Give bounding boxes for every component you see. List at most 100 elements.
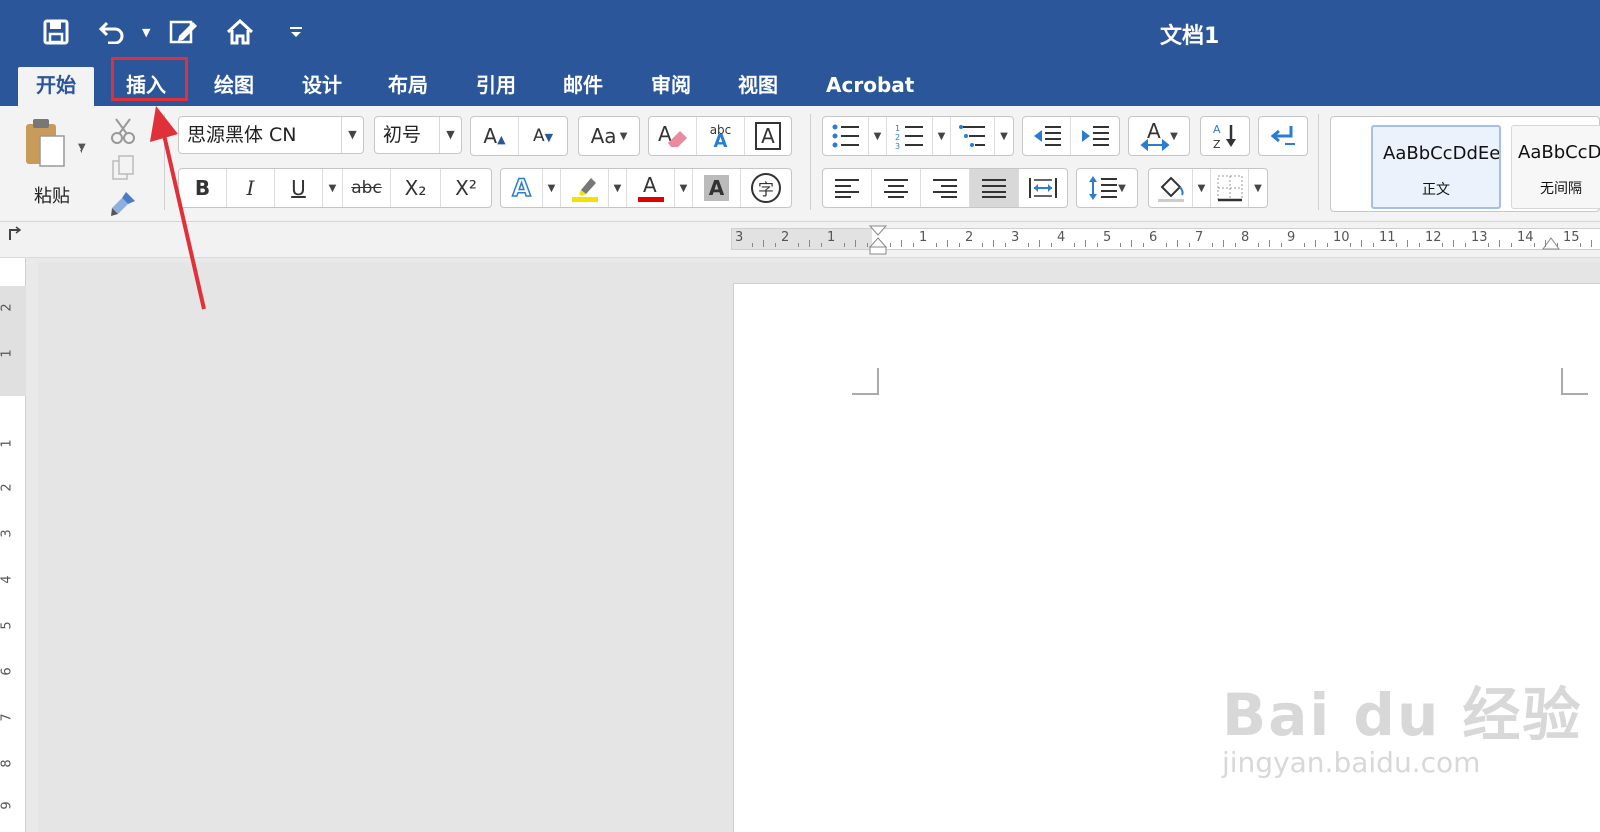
format-painter-button[interactable]	[108, 190, 138, 218]
ruler-number: 1	[0, 439, 15, 448]
svg-text:A: A	[643, 173, 657, 197]
numbering-button[interactable]: 123	[887, 117, 933, 155]
ruler-tick	[843, 243, 845, 247]
chevron-down-icon: ▼	[1118, 182, 1126, 194]
phonetic-guide-button[interactable]: abc A	[697, 117, 745, 155]
tab-review[interactable]: 审阅	[633, 67, 709, 106]
svg-text:Z: Z	[1213, 138, 1221, 151]
vertical-ruler[interactable]: 2 1 1 2 3 4 5 6 7 8 9	[0, 258, 26, 832]
borders-dropdown[interactable]: ▼	[1249, 169, 1267, 207]
save-button[interactable]	[38, 14, 74, 50]
decrease-indent-button[interactable]	[1023, 117, 1071, 155]
grow-font-button[interactable]: A▲	[471, 117, 519, 155]
svg-text:A: A	[1147, 120, 1161, 143]
text-effects-button[interactable]: A	[501, 169, 543, 207]
shrink-font-icon: A▼	[532, 126, 554, 146]
bullets-button[interactable]	[823, 117, 869, 155]
ruler-tick	[901, 240, 902, 247]
strikethrough-button[interactable]: abc	[343, 169, 391, 207]
watermark-logo-text: Bai du 经验	[1222, 681, 1583, 749]
multilevel-dropdown[interactable]: ▼	[995, 117, 1013, 155]
character-border-button[interactable]: A	[745, 117, 791, 155]
tab-acrobat[interactable]: Acrobat	[808, 67, 932, 106]
bullets-dropdown[interactable]: ▼	[869, 117, 887, 155]
undo-dropdown-caret[interactable]: ▼	[142, 26, 150, 39]
svg-text:A: A	[1213, 123, 1221, 136]
style-no-spacing[interactable]: AaBbCcDc 无间隔	[1511, 125, 1600, 209]
first-line-indent-icon[interactable]	[869, 225, 887, 255]
superscript-button[interactable]: X²	[441, 169, 491, 207]
distributed-button[interactable]	[1019, 169, 1067, 207]
tab-references[interactable]: 引用	[458, 67, 534, 106]
ruler-number: 7	[1195, 230, 1204, 245]
save-icon	[43, 19, 69, 45]
increase-indent-icon	[1082, 126, 1109, 146]
cut-button[interactable]	[108, 116, 138, 146]
tab-draw[interactable]: 绘图	[196, 67, 272, 106]
styles-gallery: AaBbCcDdEe 正文 AaBbCcDc 无间隔	[1330, 116, 1600, 212]
shading-button[interactable]	[1149, 169, 1193, 207]
shrink-font-button[interactable]: A▼	[519, 117, 567, 155]
ruler-number: 11	[1379, 230, 1396, 245]
undo-button[interactable]	[94, 14, 130, 50]
highlight-button[interactable]	[561, 169, 609, 207]
style-name: 正文	[1422, 182, 1450, 198]
ruler-tick	[1280, 243, 1282, 247]
ruler-number: 5	[0, 621, 15, 630]
tab-view[interactable]: 视图	[720, 67, 796, 106]
asian-layout-button[interactable]: A ▼	[1129, 117, 1189, 155]
ruler-tick	[1211, 243, 1213, 247]
align-center-button[interactable]	[872, 169, 921, 207]
underline-button[interactable]: U	[275, 169, 323, 207]
ruler-number: 8	[0, 759, 15, 768]
copy-button[interactable]	[110, 154, 138, 182]
scissors-icon	[111, 118, 135, 144]
character-shading-button[interactable]: A	[693, 169, 741, 207]
multilevel-list-button[interactable]	[951, 117, 995, 155]
subscript-button[interactable]: X₂	[391, 169, 441, 207]
paste-dropdown-caret[interactable]: ▼	[78, 142, 86, 153]
indent-group	[1022, 116, 1120, 156]
sort-button[interactable]: AZ	[1201, 117, 1249, 155]
style-normal[interactable]: AaBbCcDdEe 正文	[1371, 125, 1501, 209]
ruler-tick	[1096, 243, 1098, 247]
align-right-icon	[933, 179, 957, 198]
enclose-characters-icon: 字	[751, 173, 781, 203]
align-left-button[interactable]	[823, 169, 872, 207]
change-case-icon: Aa	[590, 124, 617, 148]
tab-design[interactable]: 设计	[284, 67, 360, 106]
tab-home[interactable]: 开始	[18, 67, 94, 106]
tab-stop-selector-icon[interactable]	[6, 226, 22, 242]
highlight-dropdown[interactable]: ▼	[609, 169, 627, 207]
paste-button[interactable]	[22, 116, 86, 180]
ruler-number: 15	[1563, 230, 1580, 245]
borders-button[interactable]	[1211, 169, 1249, 207]
line-spacing-button[interactable]: ▼	[1077, 169, 1137, 207]
font-color-dropdown[interactable]: ▼	[675, 169, 693, 207]
edit-document-icon	[170, 20, 198, 44]
edit-document-button[interactable]	[166, 14, 202, 50]
home-button[interactable]	[222, 14, 258, 50]
underline-dropdown[interactable]: ▼	[323, 169, 343, 207]
font-size-select[interactable]: 初号 ▼	[374, 116, 462, 154]
align-right-button[interactable]	[921, 169, 970, 207]
bullet-list-icon	[832, 124, 859, 148]
shading-dropdown[interactable]: ▼	[1193, 169, 1211, 207]
line-spacing-group: ▼	[1076, 168, 1138, 208]
increase-indent-button[interactable]	[1071, 117, 1119, 155]
change-case-button[interactable]: Aa ▼	[579, 117, 639, 155]
ruler-tick	[1591, 240, 1592, 247]
ruler-number: 2	[965, 230, 974, 245]
ruler-number: 6	[0, 667, 15, 676]
customize-toolbar-button[interactable]	[278, 14, 314, 50]
numbering-dropdown[interactable]: ▼	[933, 117, 951, 155]
justify-button[interactable]	[970, 169, 1019, 207]
horizontal-ruler[interactable]: 3 2 1 1 2 3 4 5 6 7 8 9 10 11 12 13 14 15	[731, 225, 1600, 255]
clear-formatting-button[interactable]: A	[649, 117, 697, 155]
enclose-characters-button[interactable]: 字	[741, 169, 791, 207]
text-effects-dropdown[interactable]: ▼	[543, 169, 561, 207]
tab-mailings[interactable]: 邮件	[545, 67, 621, 106]
show-formatting-button[interactable]	[1259, 117, 1307, 155]
font-color-button[interactable]: A	[627, 169, 675, 207]
tab-layout[interactable]: 布局	[370, 67, 446, 106]
